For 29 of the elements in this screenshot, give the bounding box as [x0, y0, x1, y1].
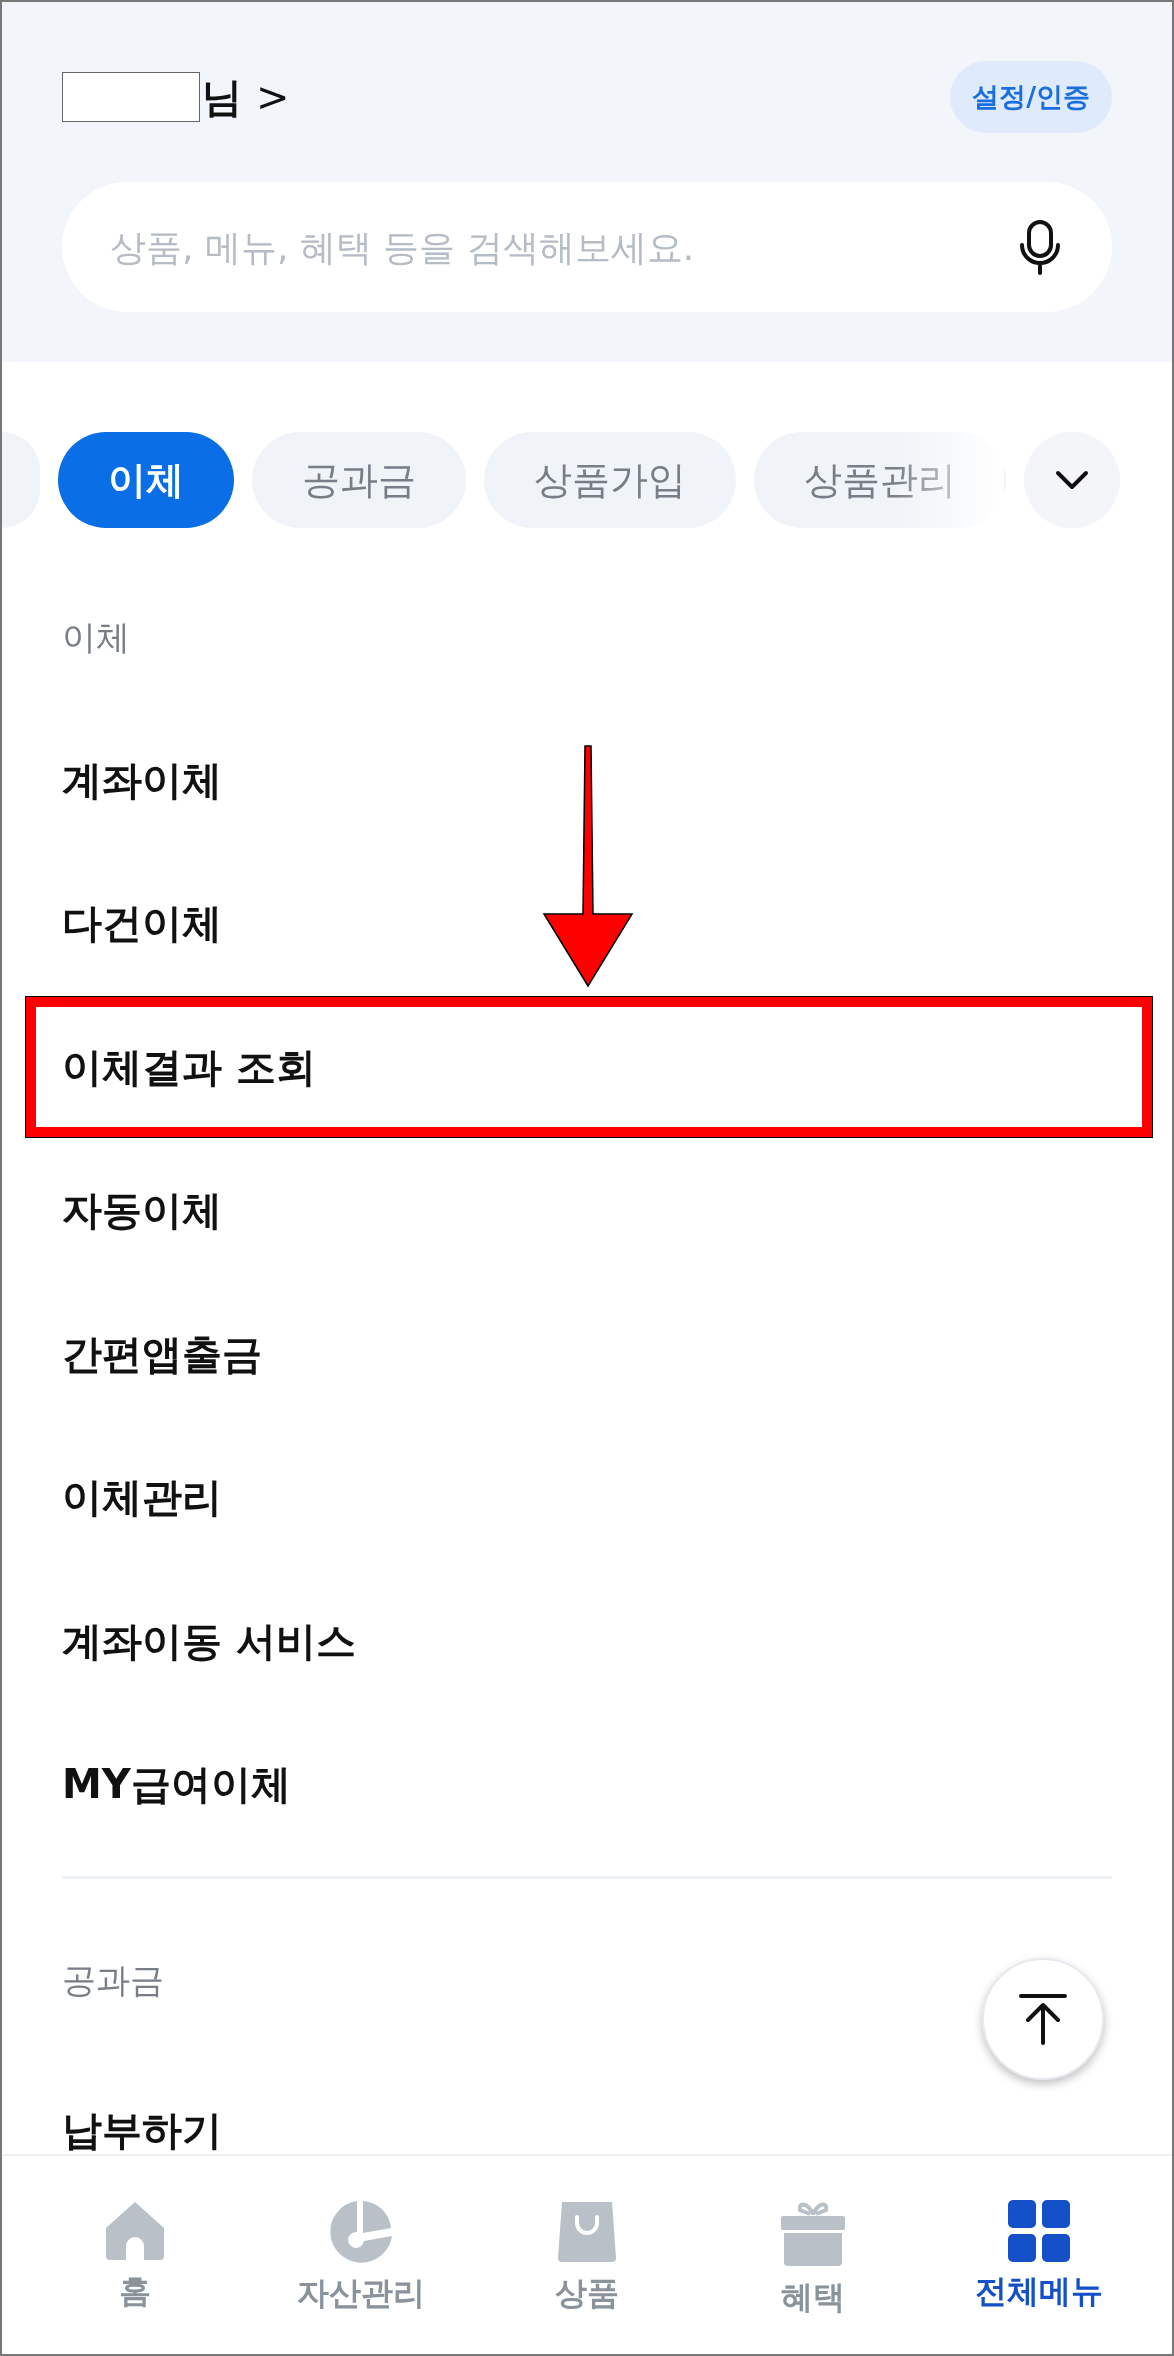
tab[interactable]: 공과금 — [252, 432, 466, 528]
grid-icon — [1008, 2200, 1070, 2262]
scroll-to-top-button[interactable] — [982, 1958, 1104, 2080]
section-title: 공과금 — [62, 1959, 164, 2002]
menu-item[interactable]: 이체관리 — [62, 1473, 222, 1522]
section-title: 이체 — [62, 616, 130, 659]
menu-item[interactable]: 계좌이체 — [62, 755, 222, 804]
menu-item[interactable]: 이체결과 조회 — [62, 1042, 316, 1091]
chevron-down-icon — [1055, 470, 1089, 490]
menu-item[interactable]: 자동이체 — [62, 1186, 222, 1235]
gift-icon — [780, 2200, 846, 2268]
greeting-text: 님 — [202, 72, 242, 122]
tab[interactable]: 상품관리 — [754, 432, 1006, 528]
house-icon — [104, 2200, 166, 2262]
shopping-bag-icon — [556, 2200, 618, 2264]
settings-button[interactable]: 설정/인증 — [950, 61, 1112, 133]
search-field[interactable]: 상품, 메뉴, 혜택 등을 검색해보세요. — [62, 182, 1112, 312]
menu-item[interactable]: 간편앱출금 — [62, 1329, 262, 1378]
pie-chart-icon — [329, 2200, 393, 2264]
microphone-icon[interactable] — [1018, 219, 1062, 275]
arrow-up-icon — [1018, 1993, 1068, 2045]
nav-tab[interactable]: 전체메뉴 — [939, 2156, 1139, 2354]
tab[interactable]: 이체 — [58, 432, 234, 528]
tab[interactable]: 상품가입 — [484, 432, 736, 528]
menu-item[interactable]: 납부하기 — [62, 2106, 222, 2156]
menu-item[interactable]: 계좌이동 서비스 — [62, 1616, 356, 1665]
chevron[interactable]: > — [256, 74, 290, 120]
menu-item[interactable]: MY급여이체 — [62, 1760, 291, 1809]
menu-item[interactable]: 다건이체 — [62, 899, 222, 948]
